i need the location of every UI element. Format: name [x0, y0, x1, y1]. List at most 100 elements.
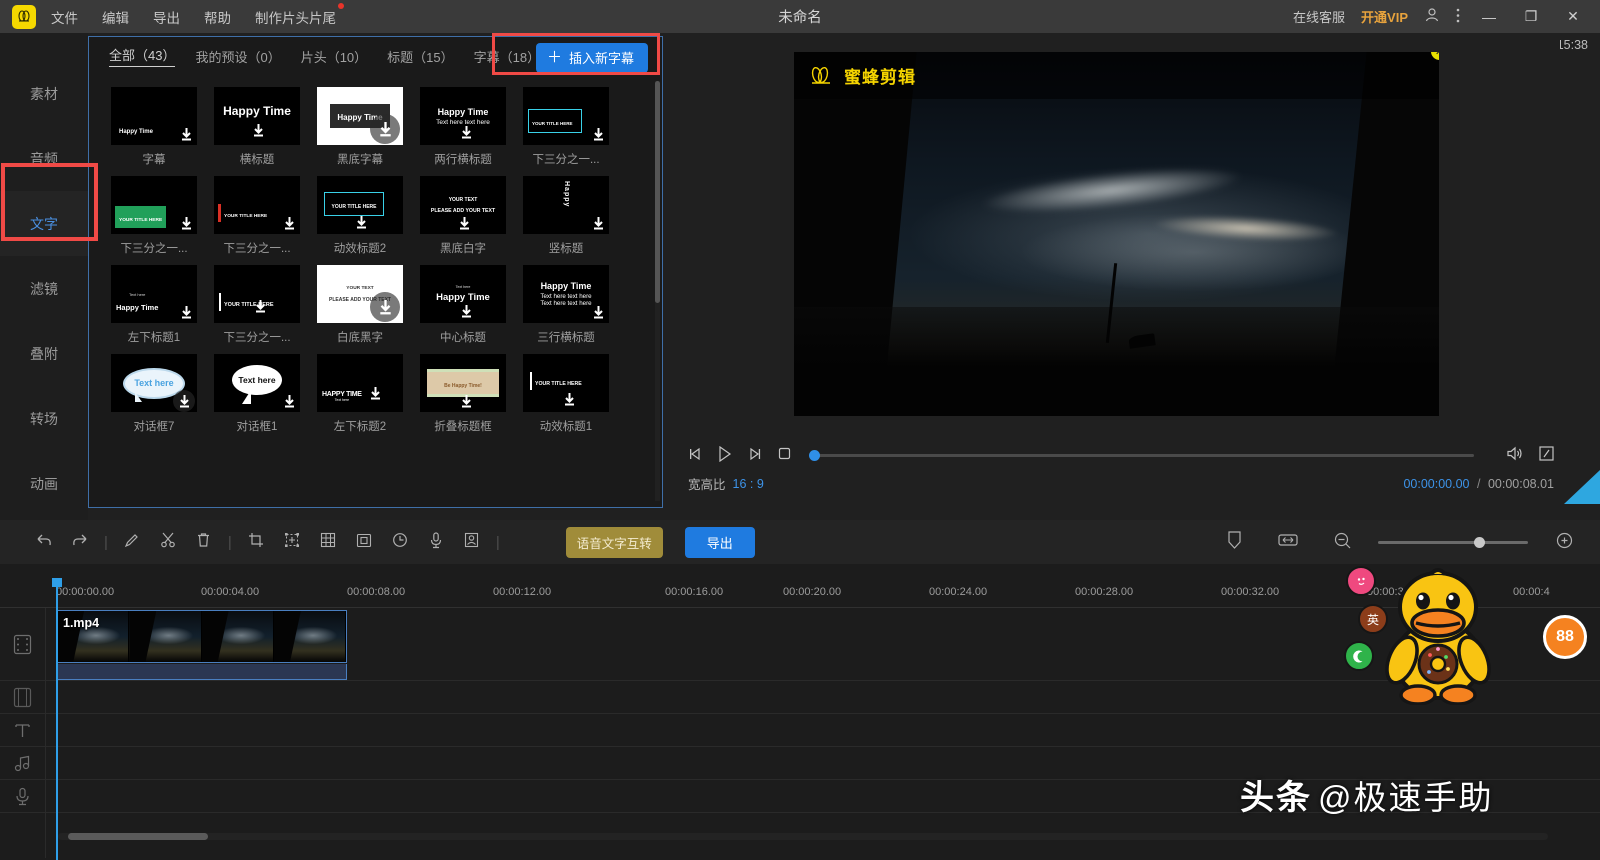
download-icon[interactable]	[593, 306, 604, 319]
user-icon[interactable]	[1424, 7, 1440, 26]
insert-new-subtitle-button[interactable]: ＋ 插入新字幕	[536, 43, 648, 73]
template-card[interactable]: Happy Time 字幕	[111, 87, 197, 167]
redo-icon[interactable]	[62, 532, 98, 552]
download-icon[interactable]	[461, 305, 472, 318]
template-card[interactable]: Happy Time Text here text here Text here…	[523, 265, 609, 345]
seek-bar[interactable]	[813, 454, 1474, 457]
library-scrollbar[interactable]	[655, 81, 660, 501]
download-icon[interactable]	[461, 395, 472, 408]
zoom-slider[interactable]	[1378, 541, 1528, 544]
template-card[interactable]: YOUR TITLE HERE 下三分之一...	[214, 265, 300, 345]
template-card[interactable]: Be Happy Time! 折叠标题框	[420, 354, 506, 434]
language-icon[interactable]: 英	[1358, 604, 1388, 634]
stop-icon[interactable]	[778, 447, 791, 463]
template-card[interactable]: YOUR TITLE HERE 下三分之一...	[214, 176, 300, 256]
download-icon[interactable]	[370, 387, 381, 400]
template-card[interactable]: YOUR TITLE HERE 动效标题1	[523, 354, 609, 434]
zoom-out-icon[interactable]	[1324, 532, 1360, 553]
cut-scissors-icon[interactable]	[150, 532, 186, 552]
zoom-in-icon[interactable]	[1546, 532, 1582, 553]
track-row-overlay[interactable]	[45, 681, 1600, 714]
playhead[interactable]	[56, 578, 58, 860]
download-icon[interactable]	[284, 395, 295, 408]
delete-trash-icon[interactable]	[186, 532, 222, 552]
timeline-clip[interactable]: 1.mp4	[56, 610, 347, 663]
download-icon[interactable]	[564, 393, 575, 406]
prev-frame-icon[interactable]	[688, 447, 702, 464]
undo-icon[interactable]	[26, 532, 62, 552]
template-card[interactable]: YOUR TITLE HERE 下三分之一...	[111, 176, 197, 256]
track-header-text[interactable]	[0, 714, 45, 747]
seek-handle[interactable]	[809, 450, 820, 461]
download-icon[interactable]	[181, 306, 192, 319]
menu-intro-outro[interactable]: 制作片头片尾	[254, 5, 337, 29]
marker-icon[interactable]	[1216, 531, 1252, 553]
track-header-music[interactable]	[0, 747, 45, 780]
template-card[interactable]: YOUR TEXT PLEASE ADD YOUR TEXT 黑底白字	[420, 176, 506, 256]
template-card[interactable]: Happy Time 横标题	[214, 87, 300, 167]
fullscreen-icon[interactable]	[1539, 446, 1554, 464]
timeline-hscrollbar[interactable]	[58, 833, 1548, 840]
speed-clock-icon[interactable]	[382, 532, 418, 552]
track-header-overlay[interactable]	[0, 681, 45, 714]
sidebar-item-text[interactable]: 文字	[0, 191, 88, 256]
sidebar-item-animation[interactable]: 动画	[0, 451, 88, 516]
template-card[interactable]: Text here 对话框1	[214, 354, 300, 434]
aspect-ratio-value[interactable]: 16 : 9	[733, 477, 764, 491]
track-row-text[interactable]	[45, 714, 1600, 747]
crop-icon[interactable]	[238, 532, 274, 552]
download-hover-button[interactable]	[370, 292, 400, 322]
template-card[interactable]: Text here Happy Time 左下标题1	[111, 265, 197, 345]
status-badge[interactable]: 88	[1543, 615, 1587, 659]
transform-icon[interactable]	[274, 532, 310, 552]
sidebar-item-media[interactable]: 素材	[0, 61, 88, 126]
download-icon[interactable]	[593, 128, 604, 141]
template-card[interactable]: Text here 对话框7	[111, 354, 197, 434]
zoom-slider-handle[interactable]	[1474, 537, 1485, 548]
sidebar-item-audio[interactable]: 音频	[0, 126, 88, 191]
online-support-link[interactable]: 在线客服	[1293, 7, 1345, 26]
menu-file[interactable]: 文件	[50, 5, 79, 29]
sidebar-item-overlay[interactable]: 叠附	[0, 321, 88, 386]
sidebar-item-filter[interactable]: 滤镜	[0, 256, 88, 321]
minimize-button[interactable]: —	[1476, 9, 1502, 25]
timeline-hscrollbar-thumb[interactable]	[68, 833, 208, 840]
menu-export[interactable]: 导出	[152, 5, 181, 29]
video-preview[interactable]: 蜜蜂剪辑 ✕	[794, 52, 1439, 416]
tab-intro[interactable]: 片头（10）	[301, 47, 367, 66]
template-card[interactable]: Happy Time Text here text here 两行横标题	[420, 87, 506, 167]
play-icon[interactable]	[718, 446, 732, 465]
voice-to-text-button[interactable]: 语音文字互转	[566, 527, 663, 558]
download-icon[interactable]	[461, 126, 472, 139]
template-card[interactable]: Happy 竖标题	[523, 176, 609, 256]
duck-mascot[interactable]	[1378, 565, 1498, 705]
pip-icon[interactable]	[346, 533, 382, 552]
menu-help[interactable]: 帮助	[203, 5, 232, 29]
sidebar-item-transition[interactable]: 转场	[0, 386, 88, 451]
volume-icon[interactable]	[1506, 446, 1523, 464]
more-vertical-icon[interactable]	[1456, 8, 1460, 26]
clip-audio-waveform[interactable]	[56, 664, 347, 680]
template-card[interactable]: YOUR TEXT PLEASE ADD YOUR TEXT 白底黑字	[317, 265, 403, 345]
snapshot-icon[interactable]	[454, 532, 490, 552]
fit-width-icon[interactable]	[1270, 533, 1306, 551]
download-icon[interactable]	[181, 128, 192, 141]
tab-my-presets[interactable]: 我的预设（0）	[195, 47, 280, 66]
close-button[interactable]: ✕	[1560, 8, 1586, 25]
download-icon[interactable]	[593, 217, 604, 230]
download-icon[interactable]	[284, 217, 295, 230]
tab-title[interactable]: 标题（15）	[387, 47, 453, 66]
template-card[interactable]: HAPPY TIME Text here 左下标题2	[317, 354, 403, 434]
track-header-voice[interactable]	[0, 780, 45, 813]
tab-all[interactable]: 全部（43）	[109, 45, 175, 67]
tab-subtitle[interactable]: 字幕（18）	[474, 47, 540, 66]
mosaic-icon[interactable]	[310, 532, 346, 552]
template-card[interactable]: YOUR TITLE HERE 动效标题2	[317, 176, 403, 256]
template-card[interactable]: Text here Happy Time 中心标题	[420, 265, 506, 345]
download-icon[interactable]	[253, 124, 264, 137]
mic-icon[interactable]	[418, 532, 454, 553]
next-frame-icon[interactable]	[748, 447, 762, 464]
export-button[interactable]: 导出	[685, 527, 755, 558]
download-icon[interactable]	[181, 217, 192, 230]
download-icon[interactable]	[255, 300, 266, 313]
